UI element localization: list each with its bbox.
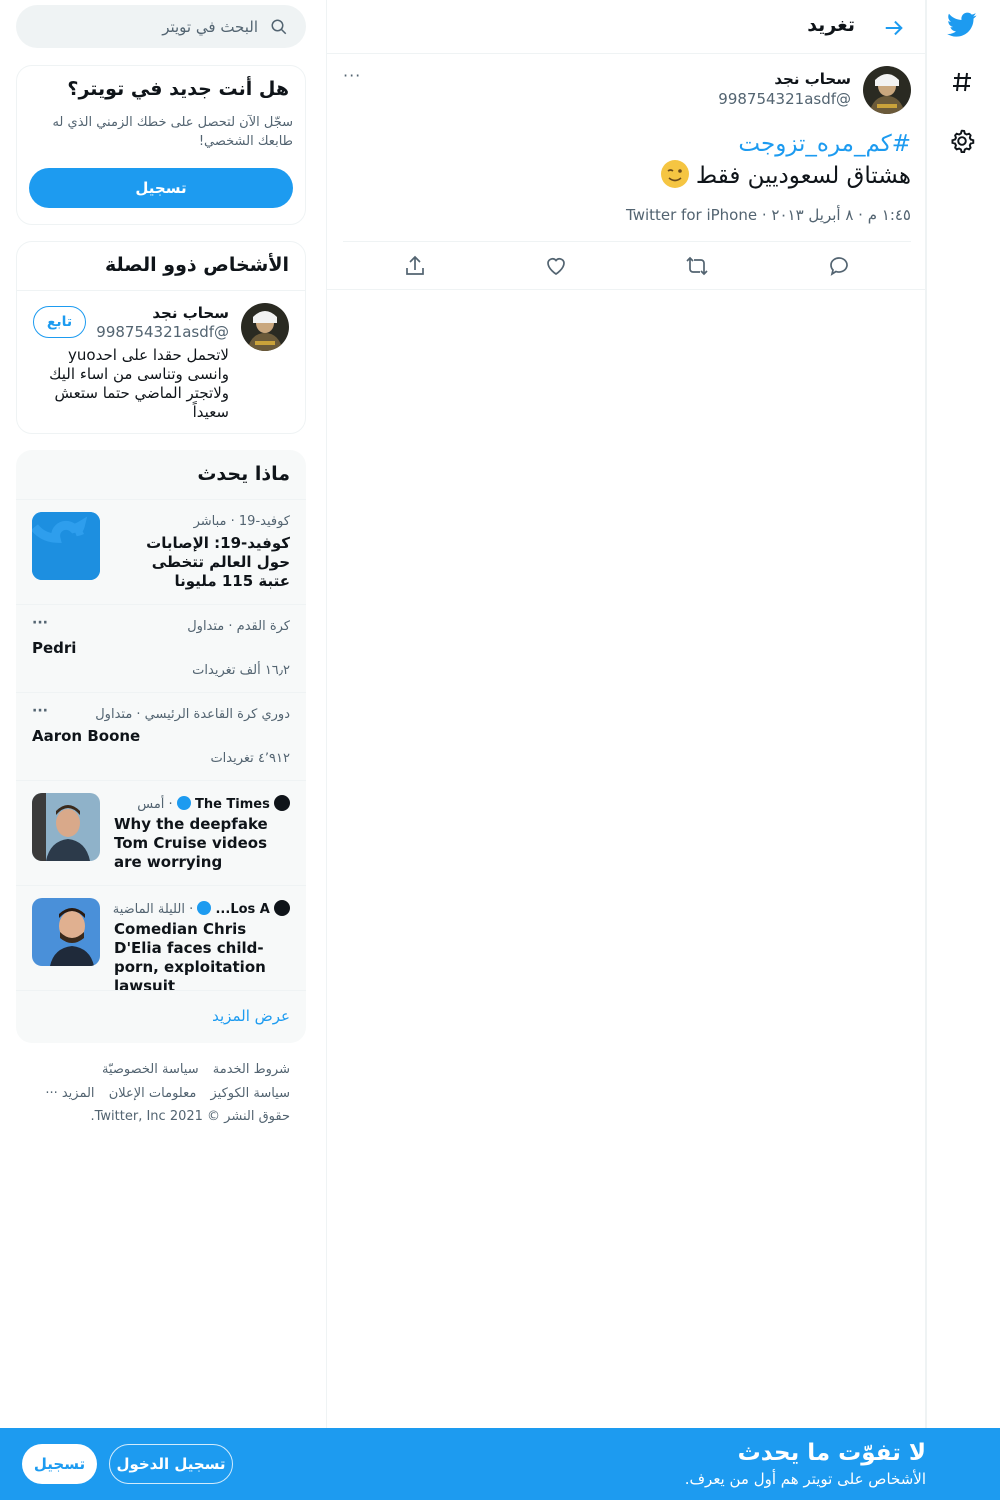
tweet-text-content: هشتاق لسعوديين فقط <box>695 163 911 189</box>
related-user-handle[interactable]: @998754321asdf <box>96 323 229 341</box>
settings-gear-icon[interactable] <box>947 126 977 156</box>
tweet-hashtag-link[interactable]: #كم_مره_تزوجت <box>738 131 911 157</box>
twitter-logo-icon[interactable] <box>947 10 977 40</box>
copyright: حقوق النشر © 2021 Twitter, Inc. <box>90 1109 290 1124</box>
author-name[interactable]: سحاب نجد <box>774 70 851 88</box>
trend-meta: كوفيد-19 · مباشر <box>193 514 290 529</box>
trend-item[interactable]: كوفيد-19 · مباشر كوفيد-19: الإصابات حول … <box>16 500 306 604</box>
follow-button[interactable]: تابع <box>33 306 86 338</box>
winking-face-emoji-icon <box>660 160 689 188</box>
related-people-title: الأشخاص ذوو الصلة <box>105 254 289 276</box>
search-icon <box>270 18 288 36</box>
nav-rail <box>926 0 1000 1500</box>
bottom-signup-bar: لا تفوّت ما يحدث الأشخاص على تويتر هم أو… <box>0 1428 1000 1500</box>
more-link[interactable]: المزيد ··· <box>45 1086 94 1101</box>
trend-thumbnail <box>32 512 100 580</box>
tweet-timestamp[interactable]: ١:٤٥ م · ٨ أبريل ٢٠١٣ · Twitter for iPho… <box>626 206 911 224</box>
verified-badge-icon <box>197 901 212 915</box>
news-item[interactable]: The Times · أمس Why the deepfake Tom Cru… <box>16 781 306 885</box>
news-title: Why the deepfake Tom Cruise videos are w… <box>114 815 268 871</box>
trend-meta: كرة القدم · متداول <box>187 619 290 634</box>
search-bar <box>16 5 306 48</box>
related-user-avatar[interactable] <box>241 303 289 351</box>
trend-more-icon[interactable]: ··· <box>32 615 48 631</box>
trends-card: ماذا يحدث كوفيد-19 · مباشر كوفيد-19: الإ… <box>16 450 306 1043</box>
signup-card: هل أنت جديد في تويتر؟ سجّل الآن لتحصل عل… <box>16 65 306 225</box>
divider <box>16 990 306 991</box>
news-thumbnail <box>32 898 100 966</box>
related-people-card: الأشخاص ذوو الصلة سحاب نجد @998754321asd… <box>16 241 306 434</box>
signup-card-title: هل أنت جديد في تويتر؟ <box>67 78 289 100</box>
bottom-bar-title: لا تفوّت ما يحدث <box>737 1440 926 1466</box>
news-time: · الليلة الماضية <box>112 902 194 917</box>
the-times-logo-icon <box>274 795 290 811</box>
share-icon[interactable] <box>403 254 427 278</box>
news-source-line: The Times · أمس <box>137 795 290 812</box>
bottom-bar-subtitle: الأشخاص على تويتر هم أول من يعرف. <box>684 1470 926 1488</box>
more-options-icon[interactable]: ··· <box>343 66 361 85</box>
trend-title: Pedri <box>32 639 77 657</box>
cookies-link[interactable]: سياسة الكوكيز <box>210 1086 290 1101</box>
related-user-bio: لاتحمل حقدا على احدyuo وانسى وتناسى من ا… <box>49 346 229 421</box>
trend-item[interactable]: كرة القدم · متداول ··· Pedri ١٦٫٢ ألف تغ… <box>16 605 306 693</box>
trend-more-icon[interactable]: ··· <box>32 703 48 719</box>
trends-title: ماذا يحدث <box>197 463 290 485</box>
news-time: · أمس <box>137 797 173 812</box>
tweet-actions <box>343 241 911 289</box>
trend-meta: دوري كرة القاعدة الرئيسي · متداول <box>95 707 290 722</box>
news-item[interactable]: Los A... · الليلة الماضية Comedian Chris… <box>16 886 306 995</box>
search-input[interactable] <box>38 5 258 48</box>
footer-row-1: شروط الخدمة سياسة الخصوصيّة <box>92 1062 290 1077</box>
news-source: Los A... <box>215 902 270 917</box>
show-more-link[interactable]: عرض المزيد <box>212 1007 290 1025</box>
main-header: تغريد <box>327 0 927 54</box>
trend-count: ١٦٫٢ ألف تغريدات <box>192 663 290 678</box>
author-handle[interactable]: @998754321asdf <box>718 90 851 108</box>
la-times-logo-icon <box>274 900 290 916</box>
news-source-line: Los A... · الليلة الماضية <box>113 900 290 917</box>
tweet: سحاب نجد @998754321asdf ··· #كم_مره_تزوج… <box>327 54 927 290</box>
retweet-icon[interactable] <box>685 254 709 278</box>
login-button[interactable]: تسجيل الدخول <box>109 1444 233 1484</box>
signup-button[interactable]: تسجيل <box>29 168 293 208</box>
main-column: تغريد سحاب نجد @998754321asdf ··· #كم_مر… <box>326 0 927 1500</box>
tweet-text: هشتاق لسعوديين فقط <box>658 160 911 189</box>
signup-card-description: سجّل الآن لتحصل على خطك الزمني الذي له ط… <box>52 115 293 149</box>
author-avatar[interactable] <box>863 66 911 114</box>
register-button[interactable]: تسجيل <box>22 1444 97 1484</box>
back-arrow-icon[interactable] <box>877 11 911 45</box>
trend-title: كوفيد-19: الإصابات حول العالم تتخطى عتبة… <box>146 534 290 590</box>
reply-icon[interactable] <box>827 254 851 278</box>
terms-link[interactable]: شروط الخدمة <box>213 1062 290 1077</box>
privacy-link[interactable]: سياسة الخصوصيّة <box>102 1062 199 1077</box>
trend-item[interactable]: دوري كرة القاعدة الرئيسي · متداول ··· Aa… <box>16 693 306 781</box>
news-source: The Times <box>194 797 270 812</box>
related-user-name[interactable]: سحاب نجد <box>152 304 229 322</box>
divider <box>17 290 305 291</box>
hashtag-icon[interactable] <box>947 67 977 97</box>
ads-info-link[interactable]: معلومات الإعلان <box>109 1086 197 1101</box>
like-heart-icon[interactable] <box>544 254 568 278</box>
trend-count: ٤٬٩١٢ تغريدات <box>210 751 290 766</box>
page-title: تغريد <box>807 14 855 36</box>
news-title: Comedian Chris D'Elia faces child-porn, … <box>114 920 266 995</box>
footer-row-2: سياسة الكوكيز معلومات الإعلان المزيد ··· <box>35 1086 290 1101</box>
verified-badge-icon <box>176 796 191 810</box>
news-thumbnail <box>32 793 100 861</box>
trend-title: Aaron Boone <box>32 727 141 745</box>
